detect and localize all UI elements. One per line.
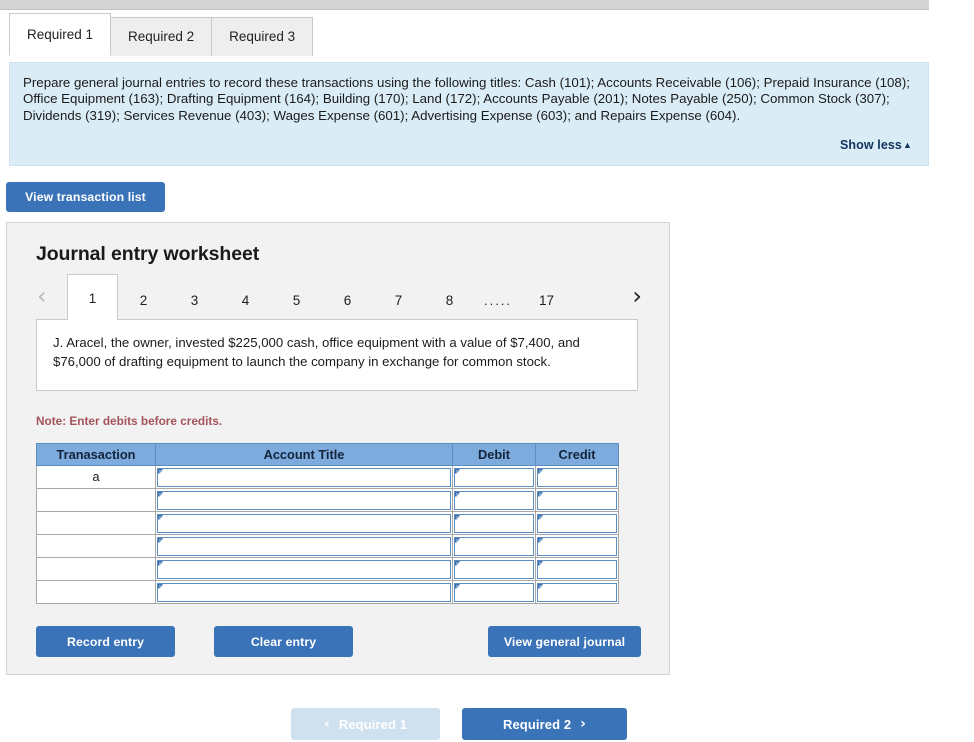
tab-required-1[interactable]: Required 1 (9, 13, 112, 56)
account-title-input[interactable] (157, 582, 451, 602)
journal-entry-worksheet-panel: Journal entry worksheet ‹ 1 2 3 4 5 6 7 … (6, 222, 670, 675)
pager-page-1[interactable]: 1 (67, 274, 118, 321)
debits-before-credits-note: Note: Enter debits before credits. (36, 414, 223, 428)
caret-up-icon: ▲ (902, 140, 912, 151)
cell-credit[interactable] (535, 511, 619, 535)
chevron-right-icon: › (580, 716, 587, 732)
pager-page-5[interactable]: 5 (271, 291, 322, 321)
record-entry-button[interactable]: Record entry (36, 626, 175, 657)
account-title-input[interactable] (157, 490, 451, 510)
show-less-label: Show less (839, 138, 902, 153)
cell-debit[interactable] (452, 511, 536, 535)
account-title-input[interactable] (157, 467, 451, 487)
journal-table-body: a (36, 465, 619, 604)
pager-page-4[interactable]: 4 (220, 291, 271, 321)
column-header-transaction: Tranasaction (36, 443, 156, 466)
transaction-description-text: J. Aracel, the owner, invested $225,000 … (53, 335, 580, 369)
cell-credit[interactable] (535, 488, 619, 512)
top-gray-strip (0, 0, 929, 10)
credit-input[interactable] (537, 513, 617, 533)
nav-next-label: Required 2 (502, 716, 572, 732)
pager-page-list: 1 2 3 4 5 6 7 8 ..... 17 (67, 274, 572, 321)
account-title-input[interactable] (157, 536, 451, 556)
cell-transaction (36, 557, 156, 581)
worksheet-title: Journal entry worksheet (36, 243, 260, 265)
cell-credit[interactable] (535, 534, 619, 558)
tab-required-2[interactable]: Required 2 (110, 17, 213, 56)
credit-input[interactable] (537, 490, 617, 510)
cell-debit[interactable] (452, 465, 536, 489)
pager-prev-icon[interactable]: ‹ (37, 283, 47, 309)
cell-transaction (36, 580, 156, 604)
cell-account-title[interactable] (155, 534, 453, 558)
debit-input[interactable] (454, 467, 534, 487)
pager-page-6[interactable]: 6 (322, 291, 373, 321)
journal-entry-table: Tranasaction Account Title Debit Credit … (36, 443, 619, 604)
account-title-input[interactable] (157, 559, 451, 579)
column-header-debit: Debit (452, 443, 536, 466)
cell-transaction: a (36, 465, 156, 489)
cell-transaction (36, 534, 156, 558)
debit-input[interactable] (454, 490, 534, 510)
account-title-input[interactable] (157, 513, 451, 533)
instructions-panel: Prepare general journal entries to recor… (9, 62, 929, 167)
worksheet-pager: ‹ 1 2 3 4 5 6 7 8 ..... 17 › (31, 274, 646, 321)
transaction-description-box: J. Aracel, the owner, invested $225,000 … (36, 319, 638, 391)
debit-input[interactable] (454, 513, 534, 533)
cell-credit[interactable] (535, 557, 619, 581)
cell-account-title[interactable] (155, 511, 453, 535)
page-root: Required 1 Required 2 Required 3 Prepare… (0, 0, 974, 742)
cell-account-title[interactable] (155, 465, 453, 489)
pager-next-icon[interactable]: › (632, 283, 642, 309)
credit-input[interactable] (537, 467, 617, 487)
cell-account-title[interactable] (155, 580, 453, 604)
show-less-row: Show less▲ (23, 124, 915, 157)
pager-page-7[interactable]: 7 (373, 291, 424, 321)
cell-account-title[interactable] (155, 488, 453, 512)
column-header-account-title: Account Title (155, 443, 453, 466)
nav-next-required-2-button[interactable]: Required 2 › (462, 708, 627, 740)
table-row: a (36, 465, 619, 489)
chevron-left-icon: ‹ (323, 716, 330, 732)
credit-input[interactable] (537, 559, 617, 579)
table-row (36, 580, 619, 604)
credit-input[interactable] (537, 582, 617, 602)
instructions-text: Prepare general journal entries to recor… (23, 75, 910, 123)
column-header-credit: Credit (535, 443, 619, 466)
pager-page-17[interactable]: 17 (521, 291, 572, 321)
cell-credit[interactable] (535, 580, 619, 604)
cell-account-title[interactable] (155, 557, 453, 581)
debit-input[interactable] (454, 582, 534, 602)
show-less-toggle[interactable]: Show less▲ (840, 138, 912, 152)
journal-table-head: Tranasaction Account Title Debit Credit (36, 443, 619, 466)
table-row (36, 557, 619, 581)
pager-page-8[interactable]: 8 (424, 291, 475, 321)
cell-transaction (36, 511, 156, 535)
debit-input[interactable] (454, 536, 534, 556)
cell-debit[interactable] (452, 488, 536, 512)
pager-page-3[interactable]: 3 (169, 291, 220, 321)
cell-debit[interactable] (452, 580, 536, 604)
tab-required-3[interactable]: Required 3 (211, 17, 314, 56)
pager-page-2[interactable]: 2 (118, 291, 169, 321)
bottom-navigation: ‹ Required 1 Required 2 › (291, 708, 627, 740)
cell-debit[interactable] (452, 557, 536, 581)
cell-debit[interactable] (452, 534, 536, 558)
required-tab-bar: Required 1 Required 2 Required 3 (9, 13, 314, 56)
table-row (36, 488, 619, 512)
table-row (36, 511, 619, 535)
journal-table-header-row: Tranasaction Account Title Debit Credit (36, 443, 619, 466)
cell-transaction (36, 488, 156, 512)
debit-input[interactable] (454, 559, 534, 579)
cell-credit[interactable] (535, 465, 619, 489)
credit-input[interactable] (537, 536, 617, 556)
pager-ellipsis: ..... (483, 293, 513, 308)
nav-prev-label: Required 1 (338, 716, 408, 732)
clear-entry-button[interactable]: Clear entry (214, 626, 353, 657)
view-general-journal-button[interactable]: View general journal (488, 626, 641, 657)
table-row (36, 534, 619, 558)
view-transaction-list-button[interactable]: View transaction list (6, 182, 165, 212)
nav-prev-required-1-button[interactable]: ‹ Required 1 (291, 708, 440, 740)
